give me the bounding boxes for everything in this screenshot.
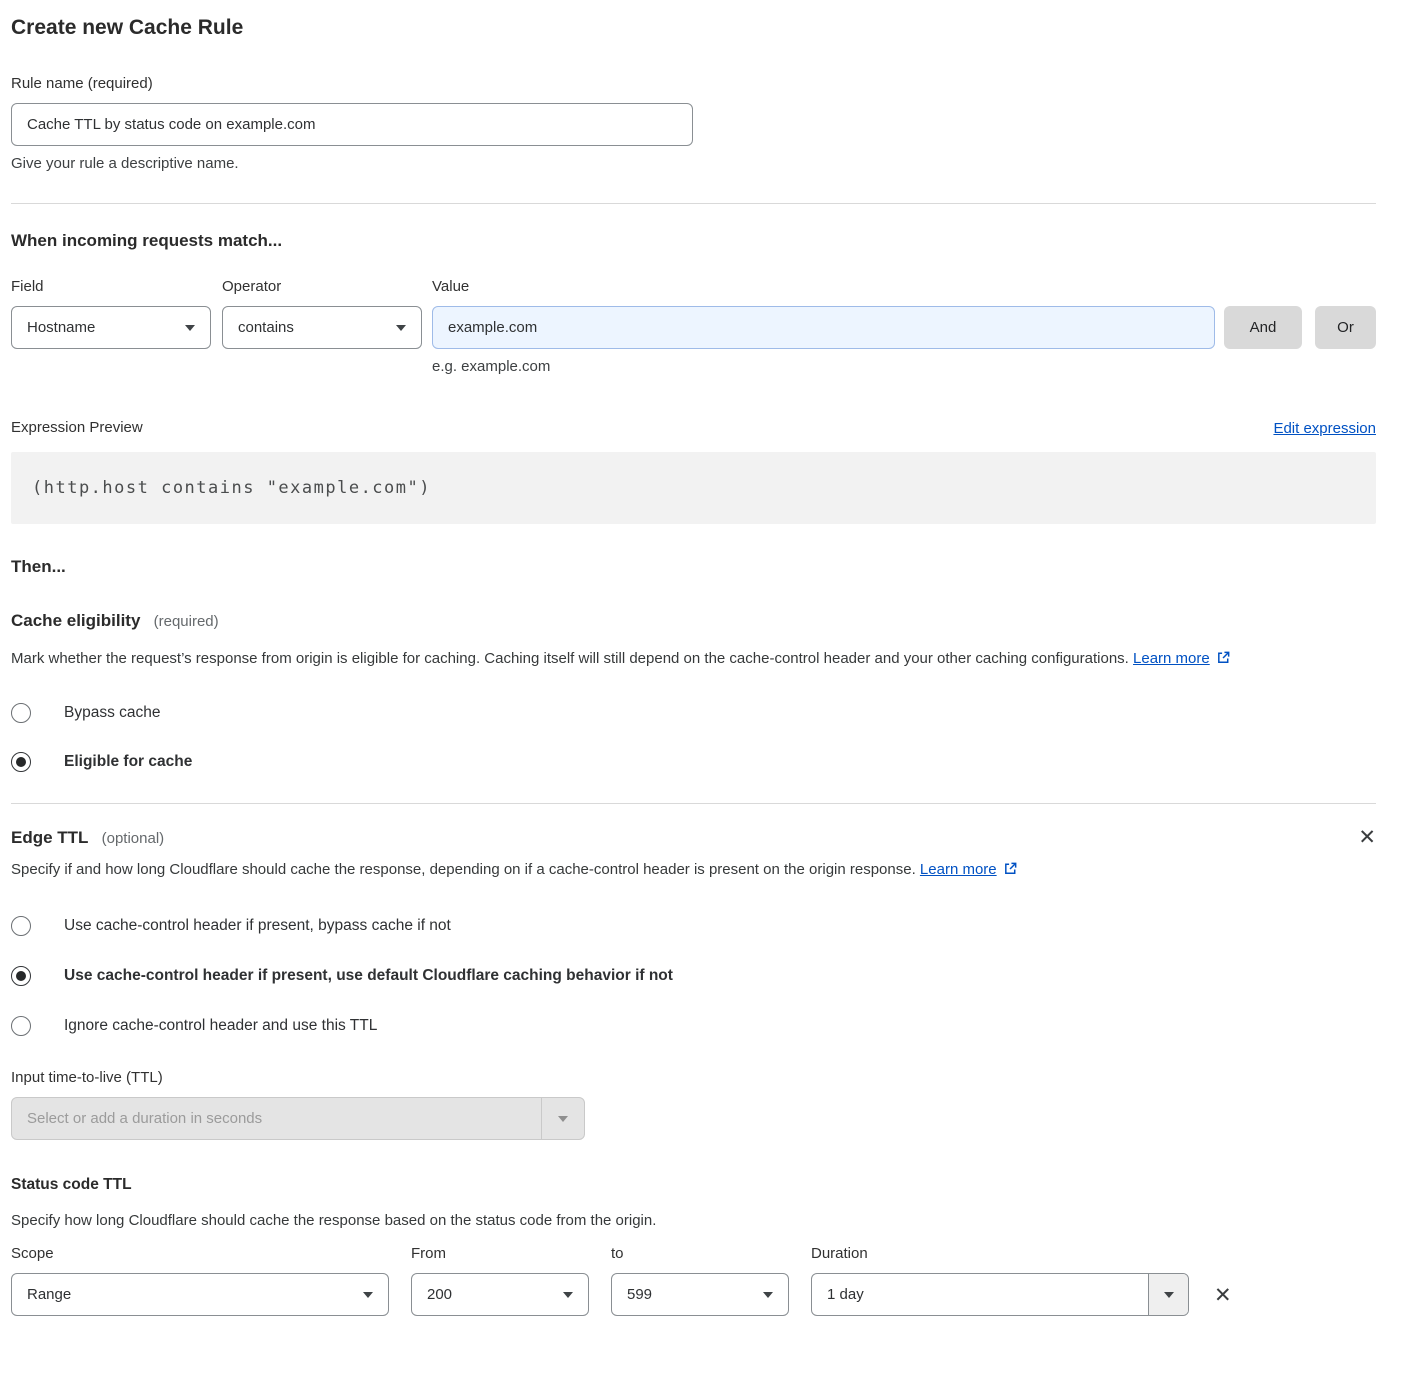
edge-ttl-heading-row: Edge TTL (optional) bbox=[11, 828, 164, 848]
match-builder: Field Hostname Operator contains Value e… bbox=[11, 278, 1376, 375]
cache-eligibility-heading-row: Cache eligibility (required) bbox=[11, 611, 1376, 631]
ttl-input-label: Input time-to-live (TTL) bbox=[11, 1069, 1376, 1087]
status-code-ttl-heading: Status code TTL bbox=[11, 1176, 1376, 1194]
ttl-duration-select: Select or add a duration in seconds bbox=[11, 1097, 585, 1140]
chevron-down-icon bbox=[563, 1292, 573, 1298]
rule-name-help: Give your rule a descriptive name. bbox=[11, 155, 1376, 172]
divider bbox=[11, 203, 1376, 204]
edge-ttl-option-ignore[interactable]: Ignore cache-control header and use this… bbox=[11, 1016, 1376, 1036]
operator-label: Operator bbox=[222, 278, 422, 296]
edge-ttl-option-default[interactable]: Use cache-control header if present, use… bbox=[11, 966, 1376, 986]
duration-select[interactable]: 1 day bbox=[811, 1273, 1189, 1316]
chevron-down-icon bbox=[363, 1292, 373, 1298]
radio-label: Eligible for cache bbox=[64, 753, 192, 771]
expression-preview-label: Expression Preview bbox=[11, 419, 143, 437]
radio-unselected-icon[interactable] bbox=[11, 1016, 31, 1036]
from-select-value: 200 bbox=[427, 1286, 452, 1303]
chevron-down-icon bbox=[558, 1116, 568, 1122]
divider bbox=[11, 803, 1376, 804]
edge-ttl-option-bypass[interactable]: Use cache-control header if present, byp… bbox=[11, 916, 1376, 936]
ttl-duration-placeholder: Select or add a duration in seconds bbox=[12, 1110, 541, 1127]
scope-label: Scope bbox=[11, 1245, 389, 1263]
duration-select-value: 1 day bbox=[812, 1286, 1148, 1303]
cache-eligibility-heading: Cache eligibility bbox=[11, 611, 140, 630]
radio-label: Bypass cache bbox=[64, 704, 161, 722]
remove-status-code-ttl-button[interactable]: ✕ bbox=[1214, 1286, 1232, 1306]
external-link-icon bbox=[1216, 647, 1231, 675]
edit-expression-link[interactable]: Edit expression bbox=[1273, 420, 1376, 437]
field-select-value: Hostname bbox=[27, 319, 95, 336]
chevron-down-icon bbox=[1164, 1292, 1174, 1298]
close-icon: ✕ bbox=[1358, 826, 1376, 849]
radio-label: Use cache-control header if present, use… bbox=[64, 967, 673, 985]
value-help: e.g. example.com bbox=[432, 358, 1215, 375]
to-select-value: 599 bbox=[627, 1286, 652, 1303]
dropdown-arrow-box[interactable] bbox=[1148, 1274, 1188, 1315]
chevron-down-icon bbox=[396, 325, 406, 331]
learn-more-link[interactable]: Learn more bbox=[920, 861, 997, 878]
to-label: to bbox=[611, 1245, 789, 1263]
rule-name-label: Rule name (required) bbox=[11, 75, 1376, 93]
and-button[interactable]: And bbox=[1224, 306, 1302, 349]
value-input[interactable] bbox=[432, 306, 1215, 349]
scope-select-value: Range bbox=[27, 1286, 71, 1303]
radio-selected-icon[interactable] bbox=[11, 966, 31, 986]
status-code-ttl-description: Specify how long Cloudflare should cache… bbox=[11, 1207, 1376, 1235]
external-link-icon bbox=[1003, 858, 1018, 886]
value-label: Value bbox=[432, 278, 1215, 296]
scope-select[interactable]: Range bbox=[11, 1273, 389, 1316]
to-select[interactable]: 599 bbox=[611, 1273, 789, 1316]
expression-code: (http.host contains "example.com") bbox=[11, 452, 1376, 524]
operator-select-value: contains bbox=[238, 319, 294, 336]
required-note: (required) bbox=[154, 613, 219, 630]
then-heading: Then... bbox=[11, 557, 1376, 577]
match-section-heading: When incoming requests match... bbox=[11, 231, 1376, 251]
operator-select[interactable]: contains bbox=[222, 306, 422, 349]
learn-more-link[interactable]: Learn more bbox=[1133, 650, 1210, 667]
cache-eligibility-description: Mark whether the request’s response from… bbox=[11, 645, 1343, 675]
radio-unselected-icon[interactable] bbox=[11, 916, 31, 936]
remove-edge-ttl-button[interactable]: ✕ bbox=[1358, 828, 1376, 848]
field-label: Field bbox=[11, 278, 211, 296]
eligible-for-cache-option[interactable]: Eligible for cache bbox=[11, 752, 1376, 772]
bypass-cache-option[interactable]: Bypass cache bbox=[11, 703, 1376, 723]
dropdown-arrow-box bbox=[541, 1098, 584, 1139]
edge-ttl-heading: Edge TTL bbox=[11, 828, 88, 847]
from-label: From bbox=[411, 1245, 589, 1263]
or-button[interactable]: Or bbox=[1315, 306, 1376, 349]
radio-label: Ignore cache-control header and use this… bbox=[64, 1017, 377, 1035]
status-code-ttl-row: Scope Range From 200 to 599 bbox=[11, 1245, 1376, 1316]
edge-ttl-description: Specify if and how long Cloudflare shoul… bbox=[11, 856, 1111, 886]
radio-label: Use cache-control header if present, byp… bbox=[64, 917, 451, 935]
page-title: Create new Cache Rule bbox=[11, 14, 1376, 42]
rule-name-input[interactable] bbox=[11, 103, 693, 146]
close-icon: ✕ bbox=[1214, 1284, 1232, 1307]
chevron-down-icon bbox=[763, 1292, 773, 1298]
optional-note: (optional) bbox=[102, 830, 165, 847]
chevron-down-icon bbox=[185, 325, 195, 331]
radio-selected-icon[interactable] bbox=[11, 752, 31, 772]
radio-unselected-icon[interactable] bbox=[11, 703, 31, 723]
field-select[interactable]: Hostname bbox=[11, 306, 211, 349]
duration-label: Duration bbox=[811, 1245, 1189, 1263]
create-cache-rule-form: Create new Cache Rule Rule name (require… bbox=[0, 0, 1412, 1342]
from-select[interactable]: 200 bbox=[411, 1273, 589, 1316]
